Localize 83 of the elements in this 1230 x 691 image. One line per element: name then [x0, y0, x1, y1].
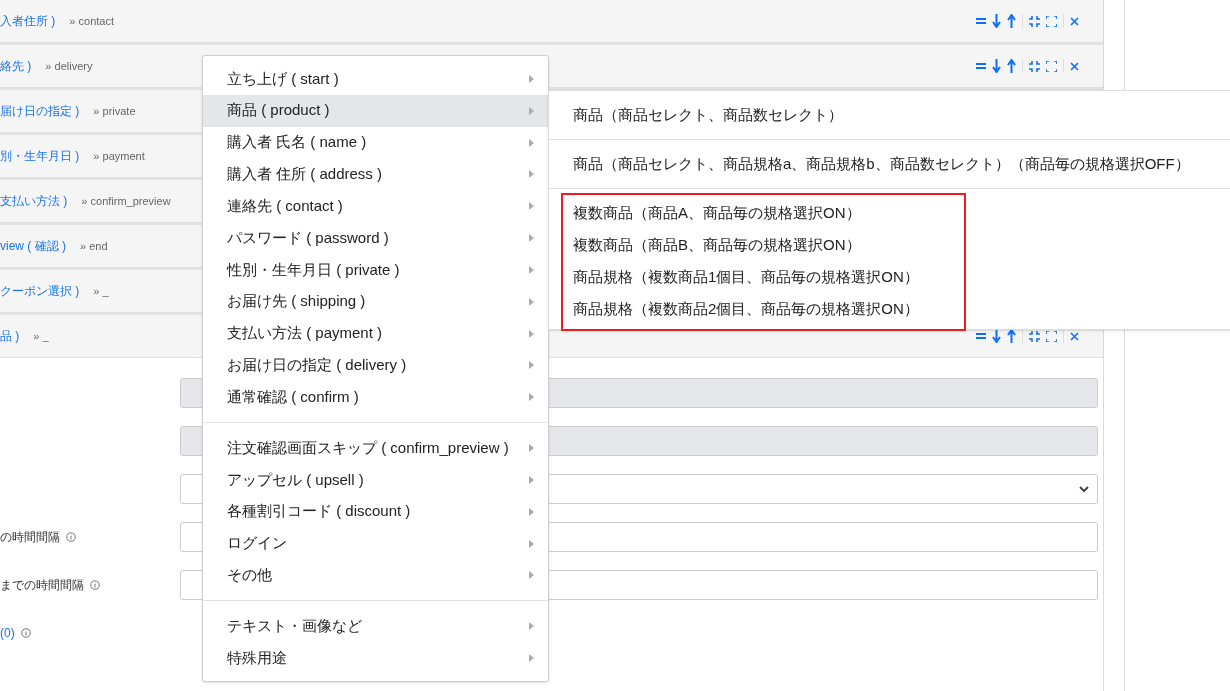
caret-right-icon — [529, 444, 534, 452]
info-icon[interactable] — [20, 628, 31, 638]
move-up-icon[interactable] — [1007, 329, 1016, 343]
expand-icon[interactable] — [1046, 15, 1057, 27]
menu-item[interactable]: テキスト・画像など — [203, 610, 548, 643]
info-icon[interactable] — [66, 532, 76, 542]
menu-item[interactable]: 各種割引コード ( discount ) — [203, 495, 548, 528]
caret-right-icon — [529, 475, 534, 484]
submenu-item[interactable]: 商品（商品セレクト、商品数セレクト） — [549, 98, 1230, 132]
menu-item[interactable]: 連絡先 ( contact ) — [203, 190, 548, 223]
caret-right-icon — [529, 234, 534, 243]
caret-right-icon — [529, 74, 534, 83]
caret-right-icon — [529, 622, 534, 631]
next-step: » private — [93, 102, 136, 120]
close-icon[interactable] — [1070, 331, 1079, 341]
expand-icon[interactable] — [1046, 330, 1057, 342]
caret-right-icon — [529, 329, 534, 338]
menu-item[interactable]: 購入者 氏名 ( name ) — [203, 126, 548, 159]
caret-right-icon — [529, 202, 534, 211]
menu-item[interactable]: 立ち上げ ( start ) — [203, 63, 548, 95]
menu-item[interactable]: 商品 ( product ) — [203, 94, 548, 127]
caret-right-icon — [529, 393, 534, 402]
next-step: » _ — [33, 327, 49, 345]
menu-item[interactable]: 性別・生年月日 ( private ) — [203, 253, 548, 286]
move-up-icon[interactable] — [1007, 14, 1016, 28]
close-icon[interactable] — [1070, 16, 1079, 26]
next-step: » _ — [93, 282, 109, 300]
next-step: » payment — [93, 147, 145, 165]
field-label: (0) — [0, 625, 15, 642]
step-title[interactable]: 別・生年月日 ) — [0, 147, 80, 165]
caret-right-icon — [529, 106, 534, 115]
menu-item[interactable]: ログイン — [203, 527, 548, 560]
field-label: までの時間間隔 — [0, 577, 84, 594]
caret-right-icon — [529, 265, 534, 274]
collapse-icon[interactable] — [976, 62, 986, 70]
step-title[interactable]: 絡先 ) — [0, 57, 32, 75]
field-label: の時間間隔 — [0, 529, 60, 546]
collapse-icon[interactable] — [976, 332, 986, 340]
move-down-icon[interactable] — [992, 14, 1001, 28]
step-title[interactable]: クーポン選択 ) — [0, 282, 80, 300]
submenu-item[interactable]: 複数商品（商品B、商品毎の規格選択ON） — [563, 229, 964, 261]
collapse-icon[interactable] — [976, 17, 986, 25]
caret-right-icon — [529, 571, 534, 580]
caret-right-icon — [529, 138, 534, 147]
menu-item[interactable]: お届け先 ( shipping ) — [203, 285, 548, 318]
step-title[interactable]: 支払い方法 ) — [0, 192, 68, 210]
menu-item[interactable]: アップセル ( upsell ) — [203, 463, 548, 496]
menu-item[interactable]: お届け日の指定 ( delivery ) — [203, 349, 548, 382]
caret-right-icon — [529, 654, 534, 662]
step-title[interactable]: 届け日の指定 ) — [0, 102, 80, 120]
menu-item[interactable]: 購入者 住所 ( address ) — [203, 158, 548, 191]
move-up-icon[interactable] — [1007, 59, 1016, 73]
chevron-down-icon — [1079, 485, 1089, 493]
caret-right-icon — [529, 507, 534, 516]
menu-item[interactable]: 支払い方法 ( payment ) — [203, 317, 548, 350]
submenu-item[interactable]: 複数商品（商品A、商品毎の規格選択ON） — [563, 197, 964, 229]
caret-right-icon — [529, 297, 534, 306]
menu-item[interactable]: 注文確認画面スキップ ( confirm_preview ) — [203, 432, 548, 464]
step-title[interactable]: view ( 確認 ) — [0, 237, 66, 255]
next-step: » contact — [69, 12, 114, 30]
menu-item[interactable]: 特殊用途 — [203, 642, 548, 674]
submenu-item[interactable]: 商品規格（複数商品1個目、商品毎の規格選択ON） — [563, 261, 964, 293]
submenu-item[interactable]: 商品規格（複数商品2個目、商品毎の規格選択ON） — [563, 293, 964, 325]
move-down-icon[interactable] — [992, 59, 1001, 73]
menu-item[interactable]: 通常確認 ( confirm ) — [203, 381, 548, 414]
shrink-icon[interactable] — [1029, 15, 1040, 27]
next-step: » end — [80, 237, 108, 255]
caret-right-icon — [529, 361, 534, 370]
step-title[interactable]: 品 ) — [0, 327, 20, 345]
expand-icon[interactable] — [1046, 60, 1057, 72]
menu-item[interactable]: パスワード ( password ) — [203, 222, 548, 254]
move-down-icon[interactable] — [992, 329, 1001, 343]
caret-right-icon — [529, 539, 534, 548]
info-icon[interactable] — [90, 580, 100, 590]
step-title[interactable]: 入者住所 ) — [0, 12, 56, 30]
next-step: » confirm_preview — [81, 192, 171, 210]
shrink-icon[interactable] — [1029, 330, 1040, 342]
shrink-icon[interactable] — [1029, 60, 1040, 72]
menu-item[interactable]: その他 — [203, 559, 548, 592]
close-icon[interactable] — [1070, 61, 1079, 71]
submenu-item[interactable]: 商品（商品セレクト、商品規格a、商品規格b、商品数セレクト）（商品毎の規格選択OFF） — [549, 147, 1230, 181]
caret-right-icon — [529, 170, 534, 179]
next-step: » delivery — [45, 57, 93, 75]
